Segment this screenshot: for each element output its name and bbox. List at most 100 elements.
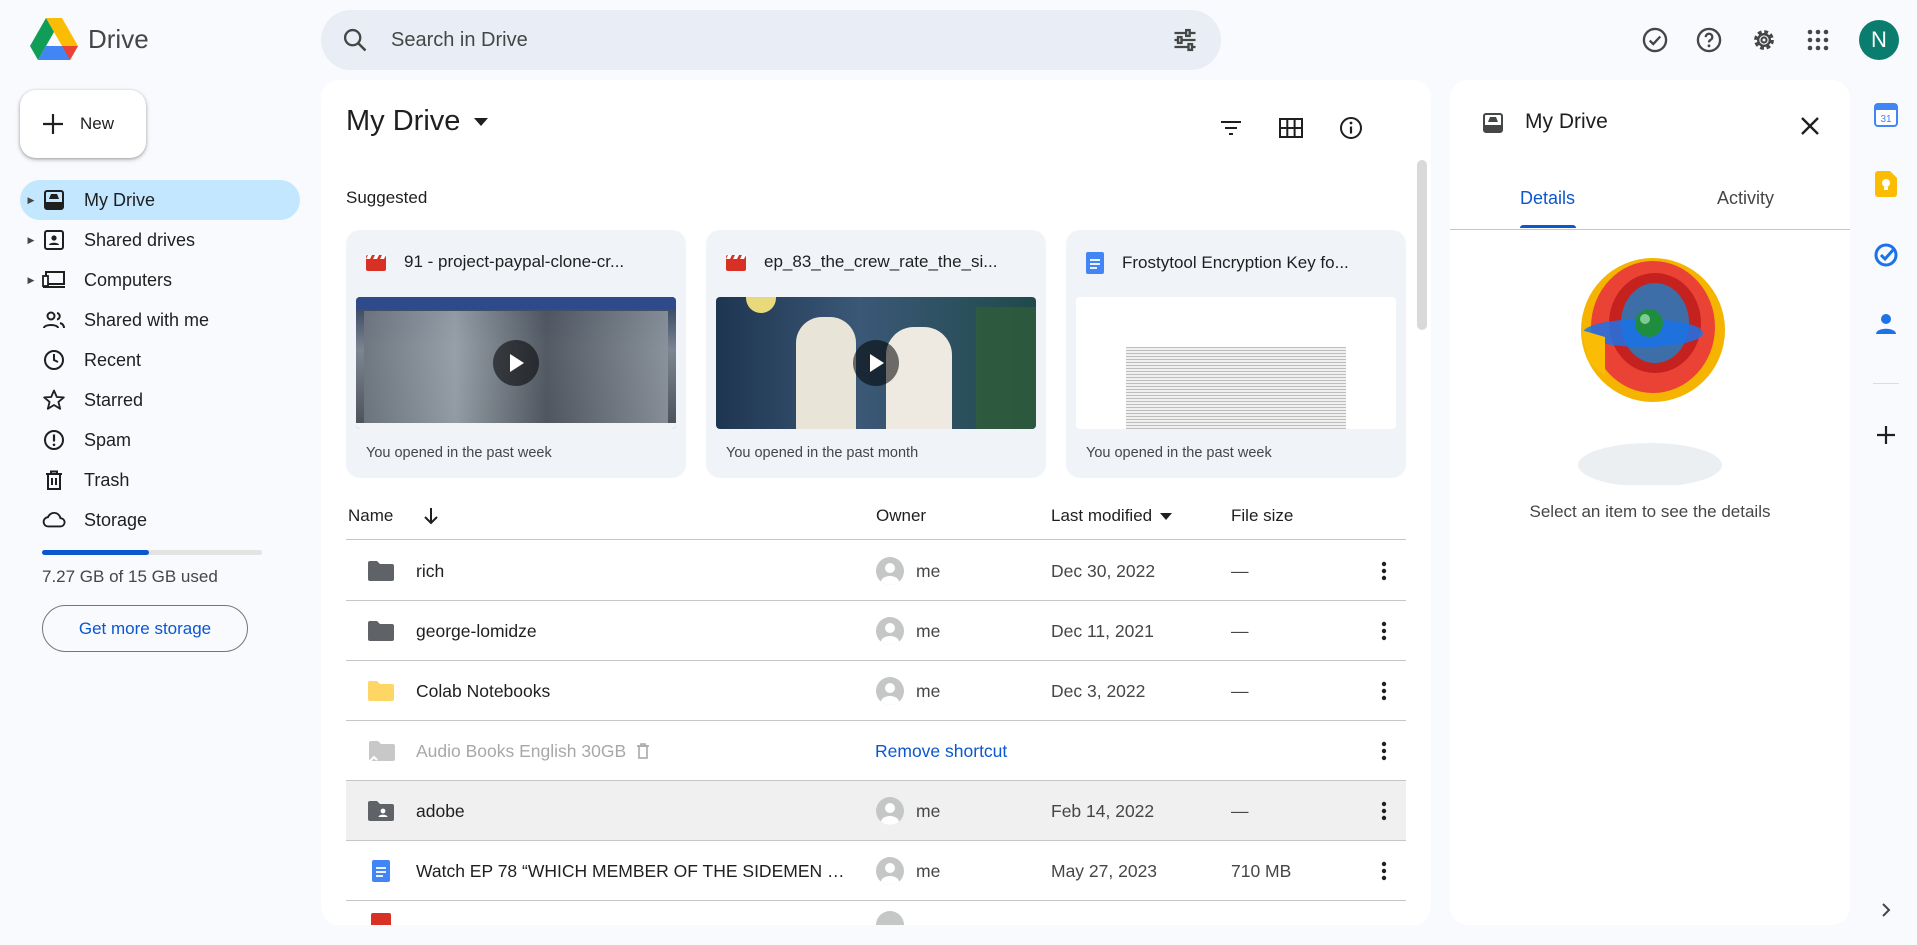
folder-icon (366, 601, 396, 661)
app-name: Drive (88, 23, 149, 54)
keep-icon[interactable] (1870, 168, 1902, 200)
get-more-storage-button[interactable]: Get more storage (42, 605, 248, 652)
table-row[interactable]: Watch EP 78 “WHICH MEMBER OF THE SIDEMEN… (346, 841, 1406, 901)
trash-icon (636, 743, 650, 759)
tab-activity[interactable]: Activity (1717, 188, 1774, 209)
contacts-icon[interactable] (1870, 308, 1902, 340)
grid-view-icon[interactable] (1273, 110, 1309, 146)
tab-details[interactable]: Details (1520, 188, 1575, 209)
search-bar[interactable] (321, 10, 1221, 70)
search-options-icon[interactable] (1171, 26, 1199, 54)
calendar-icon[interactable]: 31 (1870, 99, 1902, 131)
more-actions-icon[interactable] (1366, 661, 1402, 721)
video-file-icon (366, 253, 386, 271)
google-docs-icon (366, 841, 396, 901)
new-button[interactable]: New (20, 90, 146, 158)
page-title-dropdown[interactable]: My Drive (346, 105, 489, 138)
suggested-card[interactable]: Frostytool Encryption Key fo... You open… (1066, 230, 1406, 478)
file-size: — (1231, 620, 1249, 641)
expand-arrow-icon[interactable]: ▶ (20, 235, 42, 246)
last-modified: Feb 14, 2022 (1051, 800, 1155, 821)
sidebar-item-label: Storage (84, 509, 148, 530)
play-icon (853, 340, 899, 386)
table-row[interactable]: Audio Books English 30GB Remove shortcut (346, 721, 1406, 781)
scrollbar[interactable] (1417, 160, 1427, 330)
table-row[interactable]: Colab Notebooks me Dec 3, 2022 — (346, 661, 1406, 721)
sidebar-item-storage[interactable]: Storage (20, 500, 300, 540)
file-name: rich (416, 560, 445, 581)
more-actions-icon[interactable] (1366, 841, 1402, 901)
owner-name: me (916, 620, 941, 641)
cloud-icon (42, 508, 66, 532)
file-size: — (1231, 680, 1249, 701)
sidebar-item-shared-drives[interactable]: ▶ Shared drives (20, 220, 300, 260)
apps-grid-icon[interactable] (1799, 21, 1837, 59)
sidebar-item-computers[interactable]: ▶ Computers (20, 260, 300, 300)
suggested-card[interactable]: 91 - project-paypal-clone-cr... You open… (346, 230, 686, 478)
owner-name: me (916, 560, 941, 581)
drive-logo-icon (30, 18, 78, 60)
shared-drives-icon (42, 228, 66, 252)
search-icon[interactable] (341, 26, 369, 54)
more-actions-icon[interactable] (1366, 781, 1402, 841)
expand-arrow-icon[interactable]: ▶ (20, 195, 42, 206)
sidebar-item-trash[interactable]: Trash (20, 460, 300, 500)
add-addon-icon[interactable] (1870, 419, 1902, 451)
storage-usage-text: 7.27 GB of 15 GB used (42, 567, 218, 586)
google-docs-icon (1086, 252, 1104, 274)
filter-icon[interactable] (1213, 110, 1249, 146)
more-actions-icon[interactable] (1366, 721, 1402, 781)
name-column-header[interactable]: Name (348, 506, 439, 526)
owner-avatar-icon (876, 677, 904, 705)
sidebar-item-spam[interactable]: Spam (20, 420, 300, 460)
table-row[interactable]: adobe me Feb 14, 2022 — (346, 781, 1406, 841)
sidebar-item-shared-with-me[interactable]: Shared with me (20, 300, 300, 340)
empty-state-text: Select an item to see the details (1529, 502, 1771, 521)
ready-offline-icon[interactable] (1636, 21, 1674, 59)
details-panel: My Drive Details Activity Select an item… (1450, 80, 1850, 925)
table-row[interactable]: rich me Dec 30, 2022 — (346, 541, 1406, 601)
owner-avatar-icon (876, 557, 904, 585)
info-icon[interactable] (1333, 110, 1369, 146)
settings-gear-icon[interactable] (1745, 21, 1783, 59)
file-name: adobe (416, 800, 465, 821)
more-actions-icon[interactable] (1366, 541, 1402, 601)
chevron-right-icon[interactable] (1870, 894, 1902, 926)
help-icon[interactable] (1690, 21, 1728, 59)
close-icon[interactable] (1792, 108, 1828, 144)
sidebar-item-starred[interactable]: Starred (20, 380, 300, 420)
suggested-card[interactable]: ep_83_the_crew_rate_the_si... You opened… (706, 230, 1046, 478)
drive-logo[interactable]: Drive (30, 18, 149, 60)
table-row[interactable]: george-lomidze me Dec 11, 2021 — (346, 601, 1406, 661)
active-tab-indicator (1520, 225, 1576, 228)
table-row[interactable] (346, 901, 1406, 925)
expand-arrow-icon[interactable]: ▶ (20, 275, 42, 286)
owner-name: me (916, 860, 941, 881)
sidebar-item-my-drive[interactable]: ▶ My Drive (20, 180, 300, 220)
tasks-icon[interactable] (1870, 239, 1902, 271)
sort-direction-arrow-icon[interactable] (423, 507, 439, 525)
card-footer: You opened in the past month (726, 445, 919, 461)
column-label: Name (348, 506, 394, 525)
file-name: george-lomidze (416, 620, 537, 641)
more-actions-icon[interactable] (1366, 601, 1402, 661)
video-file-icon (366, 901, 396, 925)
file-name: Colab Notebooks (416, 680, 551, 701)
owner-column-header[interactable]: Owner (876, 506, 926, 526)
sidebar-item-recent[interactable]: Recent (20, 340, 300, 380)
file-size-column-header[interactable]: File size (1231, 506, 1293, 526)
storage-usage-bar (42, 550, 262, 555)
account-avatar[interactable]: N (1859, 20, 1899, 60)
card-title: ep_83_the_crew_rate_the_si... (764, 252, 998, 271)
sidebar-item-label: Shared with me (84, 309, 210, 330)
video-thumbnail (716, 297, 1036, 429)
spam-icon (42, 428, 66, 452)
file-size: — (1231, 560, 1249, 581)
svg-text:31: 31 (1880, 114, 1892, 125)
sidebar-item-label: Computers (84, 269, 173, 290)
remove-shortcut-link[interactable]: Remove shortcut (875, 721, 1007, 781)
last-modified-column-header[interactable]: Last modified (1051, 506, 1173, 526)
document-thumbnail (1076, 297, 1396, 429)
folder-icon (366, 541, 396, 601)
search-input[interactable] (391, 10, 1111, 70)
